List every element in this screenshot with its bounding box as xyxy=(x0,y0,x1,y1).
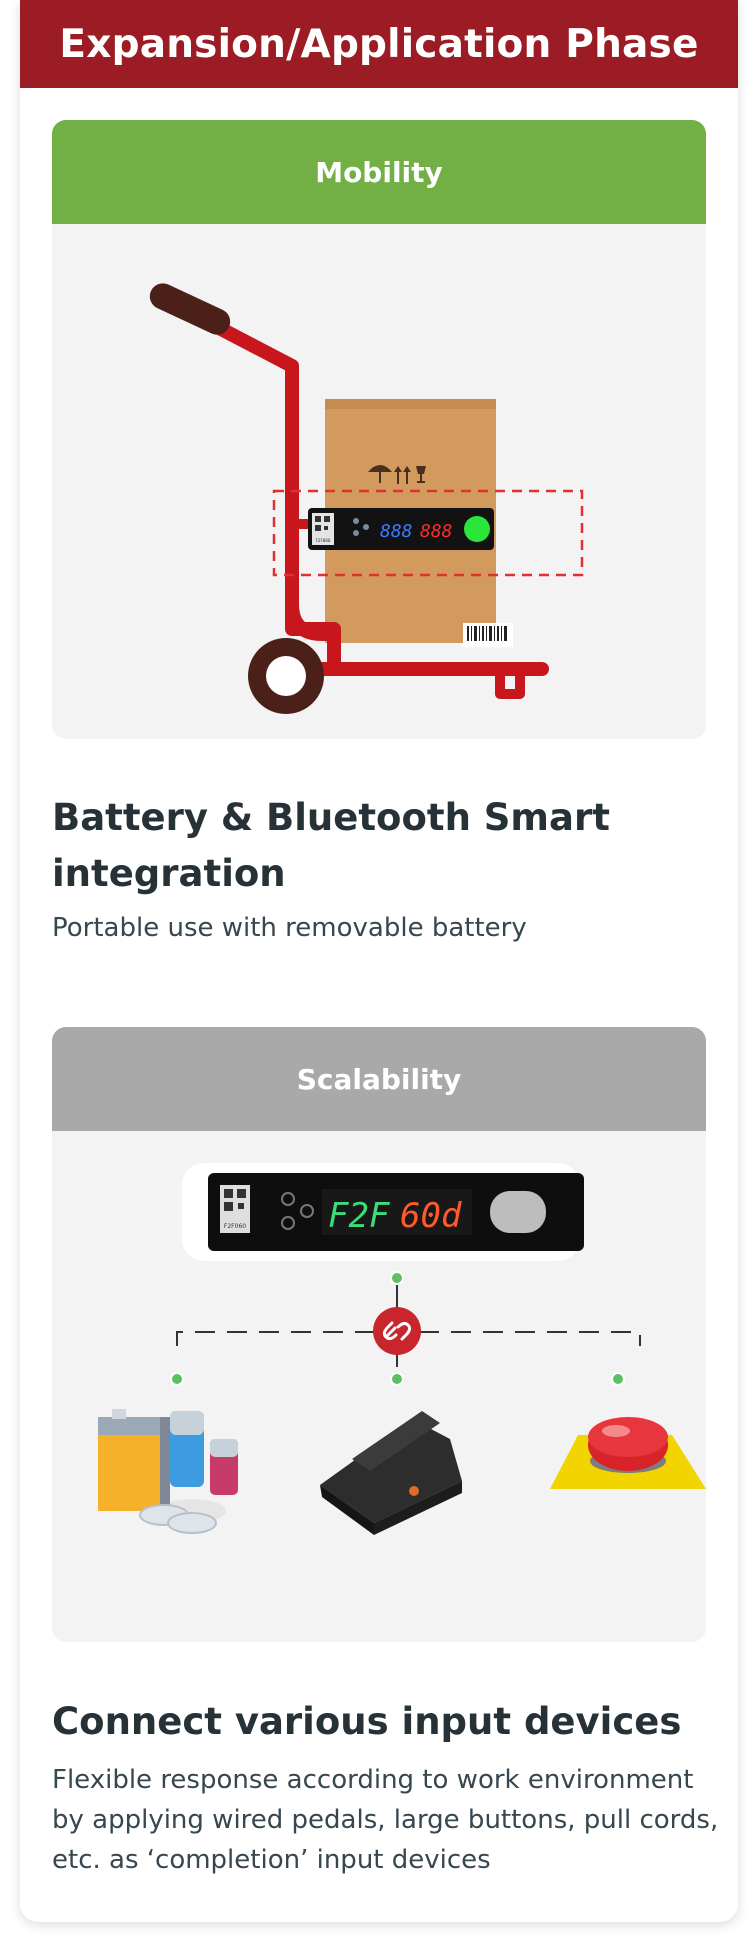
phase-card: Expansion/Application Phase Mobility F2F… xyxy=(20,0,738,1922)
input-devices-illustration: F2F060 F2F 60d xyxy=(98,1163,706,1535)
device-display-blue: 888 xyxy=(380,521,413,542)
scalability-panel: Scalability F2F060 F2F 60d xyxy=(52,1027,706,1642)
connection-diagram xyxy=(170,1271,641,1386)
mobility-panel: Mobility F2F888 888 888 xyxy=(52,120,706,739)
device-display-orange: 60d xyxy=(400,1196,462,1236)
device-qr-label: F2F060 xyxy=(224,1223,246,1230)
scalability-description: Flexible response according to work envi… xyxy=(52,1765,719,1875)
device-display-red: 888 xyxy=(420,521,453,542)
hand-truck-grip xyxy=(149,283,231,335)
pick-to-light-device: F2F888 888 888 xyxy=(308,508,494,550)
mobility-tab: Mobility xyxy=(52,120,706,224)
scalability-tab: Scalability xyxy=(52,1027,706,1131)
foot-pedal-icon xyxy=(320,1411,462,1535)
scalability-title: Connect various input devices xyxy=(52,1700,682,1743)
phase-header: Expansion/Application Phase xyxy=(20,0,738,88)
device-display-green: F2F xyxy=(328,1196,390,1236)
barcode-icon xyxy=(463,623,513,647)
link-icon xyxy=(373,1307,421,1355)
pick-to-light-device: F2F060 F2F 60d xyxy=(208,1173,584,1251)
device-confirm-button xyxy=(464,516,490,542)
device-confirm-button xyxy=(490,1191,546,1233)
mobility-title: Battery & Bluetooth Smart integration xyxy=(52,796,610,895)
device-qr-label: F2F888 xyxy=(316,538,331,543)
hand-truck-illustration: F2F888 888 888 xyxy=(149,283,584,714)
mobility-description: Portable use with removable battery xyxy=(52,913,527,943)
emergency-button-icon xyxy=(550,1417,706,1489)
battery-icon xyxy=(98,1409,238,1534)
